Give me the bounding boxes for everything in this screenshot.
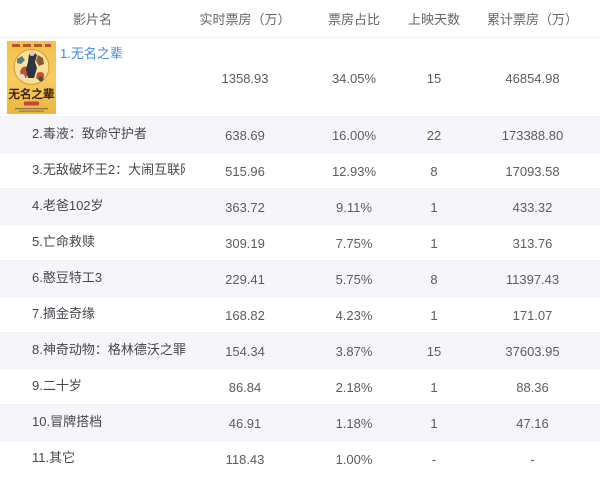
movie-row[interactable]: 7.摘金奇缘 168.82 4.23% 1 171.07 (0, 296, 600, 332)
movie-name-cell[interactable]: 9.二十岁 (0, 368, 185, 404)
boxoffice-share-value: 5.75% (335, 272, 373, 287)
movie-name-cell[interactable]: 10.冒牌搭档 (0, 404, 185, 440)
movie-name[interactable]: 2.毒液：致命守护者 (32, 126, 147, 141)
days-released-value: - (431, 452, 437, 468)
total-boxoffice-value: 313.76 (512, 236, 553, 251)
boxoffice-share-value: 7.75% (335, 236, 373, 251)
boxoffice-share-value: 2.18% (335, 380, 373, 395)
movie-row[interactable]: 6.憨豆特工3 229.41 5.75% 8 11397.43 (0, 260, 600, 296)
total-boxoffice-value: 173388.80 (501, 128, 564, 143)
boxoffice-share-value: 3.87% (335, 344, 373, 359)
movie-name-cell[interactable]: 8.神奇动物：格林德沃之罪 (0, 332, 185, 368)
movie-row[interactable]: 4.老爸102岁 363.72 9.11% 1 433.32 (0, 188, 600, 224)
days-released-value: 22 (426, 128, 442, 143)
movie-name[interactable]: 6.憨豆特工3 (32, 270, 102, 285)
movie-name-cell[interactable]: 7.摘金奇缘 (0, 296, 185, 332)
total-boxoffice-value: 433.32 (512, 200, 553, 215)
days-released-value: 8 (430, 272, 438, 287)
total-boxoffice-value: 37603.95 (505, 344, 560, 359)
movie-name[interactable]: 1.无名之辈 (60, 41, 123, 62)
total-boxoffice-value: 171.07 (512, 308, 553, 323)
column-header-boxoffice-share: 票房占比 (305, 0, 403, 38)
movie-name-cell[interactable]: 3.无敌破坏王2：大闹互联网 (0, 152, 185, 188)
boxoffice-share-value: 9.11% (336, 200, 372, 215)
box-office-table: 影片名 实时票房（万） 票房占比 上映天数 累计票房（万） 无名之辈 1.无名之… (0, 0, 600, 476)
table-header: 影片名 实时票房（万） 票房占比 上映天数 累计票房（万） (0, 0, 600, 38)
realtime-boxoffice-value: 638.69 (225, 128, 265, 143)
days-released-value: 8 (430, 164, 438, 179)
realtime-boxoffice-value: 46.91 (228, 416, 262, 431)
realtime-boxoffice-value: 515.96 (225, 164, 265, 179)
days-released-value: 1 (430, 236, 438, 251)
boxoffice-share-value: 1.18% (335, 416, 373, 431)
days-released-value: 1 (430, 200, 438, 215)
realtime-boxoffice-value: 229.41 (225, 272, 265, 287)
movie-name[interactable]: 3.无敌破坏王2：大闹互联网 (32, 162, 185, 177)
realtime-boxoffice-value: 1358.93 (221, 70, 269, 86)
realtime-boxoffice-value: 118.43 (225, 452, 265, 468)
column-header-movie-name: 影片名 (0, 0, 185, 38)
movie-row[interactable]: 无名之辈 1.无名之辈 1358.93 34.05% 15 46854.98 (0, 37, 600, 116)
total-boxoffice-value: 88.36 (516, 380, 549, 395)
total-boxoffice-value: - (530, 452, 535, 468)
movie-name[interactable]: 5.亡命救赎 (32, 234, 95, 249)
days-released-value: 1 (430, 308, 438, 323)
movie-name[interactable]: 10.冒牌搭档 (32, 414, 102, 429)
movie-row[interactable]: 11.其它 118.43 1.00% - - (0, 440, 600, 476)
days-released-value: 15 (426, 70, 442, 86)
movie-name[interactable]: 7.摘金奇缘 (32, 306, 95, 321)
column-header-total-boxoffice: 累计票房（万） (465, 0, 600, 38)
total-boxoffice-value: 47.16 (516, 416, 549, 431)
days-released-value: 1 (430, 380, 438, 395)
movie-row[interactable]: 9.二十岁 86.84 2.18% 1 88.36 (0, 368, 600, 404)
total-boxoffice-value: 17093.58 (505, 164, 560, 179)
movie-row[interactable]: 8.神奇动物：格林德沃之罪 154.34 3.87% 15 37603.95 (0, 332, 600, 368)
boxoffice-share-value: 12.93% (331, 164, 377, 179)
movie-row[interactable]: 3.无敌破坏王2：大闹互联网 515.96 12.93% 8 17093.58 (0, 152, 600, 188)
movie-name-cell[interactable]: 5.亡命救赎 (0, 224, 185, 260)
movie-name-cell[interactable]: 2.毒液：致命守护者 (0, 116, 185, 152)
movie-poster-art: 无名之辈 (7, 40, 56, 114)
total-boxoffice-value: 46854.98 (505, 70, 560, 86)
column-header-days-released: 上映天数 (403, 0, 465, 38)
realtime-boxoffice-value: 168.82 (225, 308, 265, 323)
days-released-value: 1 (430, 416, 438, 431)
realtime-boxoffice-value: 154.34 (225, 344, 265, 359)
realtime-boxoffice-value: 309.19 (225, 236, 265, 251)
movie-row[interactable]: 10.冒牌搭档 46.91 1.18% 1 47.16 (0, 404, 600, 440)
movie-name-cell[interactable]: 6.憨豆特工3 (0, 260, 185, 296)
total-boxoffice-value: 11397.43 (505, 272, 560, 287)
movie-name-cell[interactable]: 11.其它 (0, 440, 185, 476)
movie-name-cell[interactable]: 4.老爸102岁 (0, 188, 185, 224)
realtime-boxoffice-value: 86.84 (228, 380, 262, 395)
movie-name[interactable]: 4.老爸102岁 (32, 198, 104, 213)
svg-text:无名之辈: 无名之辈 (8, 87, 55, 101)
boxoffice-share-value: 16.00% (331, 128, 377, 143)
movie-name[interactable]: 11.其它 (32, 450, 75, 465)
movie-row[interactable]: 2.毒液：致命守护者 638.69 16.00% 22 173388.80 (0, 116, 600, 152)
movie-name[interactable]: 8.神奇动物：格林德沃之罪 (32, 342, 185, 357)
boxoffice-share-value: 4.23% (335, 308, 373, 323)
movie-name[interactable]: 9.二十岁 (32, 378, 82, 393)
boxoffice-share-value: 1.00% (335, 452, 373, 468)
column-header-realtime-boxoffice: 实时票房（万） (185, 0, 305, 38)
boxoffice-share-value: 34.05% (331, 70, 377, 86)
movie-table-body: 无名之辈 1.无名之辈 1358.93 34.05% 15 46854.98 2… (0, 37, 600, 476)
days-released-value: 15 (426, 344, 442, 359)
movie-name-cell[interactable]: 无名之辈 1.无名之辈 (0, 37, 185, 116)
movie-poster[interactable]: 无名之辈 (7, 40, 56, 114)
realtime-boxoffice-value: 363.72 (225, 200, 265, 215)
movie-row[interactable]: 5.亡命救赎 309.19 7.75% 1 313.76 (0, 224, 600, 260)
